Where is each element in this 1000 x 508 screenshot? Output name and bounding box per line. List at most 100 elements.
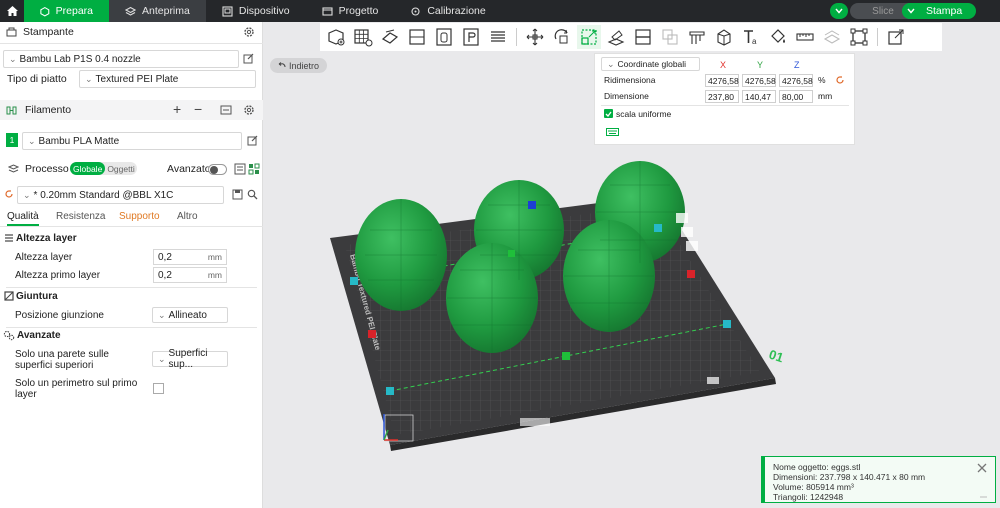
sync-icon[interactable] (220, 104, 232, 116)
reset-scale-icon[interactable] (835, 75, 845, 85)
save-icon[interactable] (232, 189, 243, 200)
layer-height-input[interactable]: 0,2 mm (153, 249, 227, 265)
object-volume: Volume: 805914 mm³ (773, 482, 854, 492)
ruler-icon (796, 33, 814, 41)
plate-p-button[interactable] (459, 25, 483, 49)
tab-prepara[interactable]: Prepara (24, 0, 109, 22)
advanced-toggle[interactable] (208, 164, 227, 175)
process-preset-select[interactable]: ⌄ * 0.20mm Standard @BBL X1C (17, 186, 224, 204)
3d-viewport[interactable]: Bambu Textured PEI Plate 01 a Indietro ⌄… (263, 22, 1000, 508)
top-bar: Prepara Anteprima Dispositivo Progetto C… (0, 0, 1000, 22)
rotate-button[interactable] (550, 25, 574, 49)
tab-calibrazione[interactable]: Calibrazione (394, 0, 501, 22)
support-paint-icon (689, 31, 705, 44)
scale-y-input[interactable]: 4276,58 (742, 74, 776, 87)
add-object-button[interactable] (324, 25, 348, 49)
uniform-scale-checkbox[interactable] (604, 109, 613, 118)
device-icon (222, 5, 233, 17)
remove-filament-button[interactable]: − (194, 101, 202, 117)
chevron-down-icon: ⌄ (85, 73, 93, 84)
size-y-input[interactable]: 140,47 (742, 90, 776, 103)
first-perimeter-checkbox[interactable] (153, 383, 164, 394)
collapse-icon[interactable] (980, 493, 987, 498)
divider (0, 43, 263, 44)
scale-unit: % (818, 75, 826, 85)
support-paint-button[interactable] (685, 25, 709, 49)
add-plate-button[interactable] (351, 25, 375, 49)
subtab-other[interactable]: Altro (177, 211, 198, 222)
tab-anteprima[interactable]: Anteprima (109, 0, 206, 22)
home-button[interactable] (0, 0, 24, 22)
first-layer-height-input[interactable]: 0,2 mm (153, 267, 227, 283)
coordinate-system-select[interactable]: ⌄ Coordinate globali (601, 57, 700, 71)
print-button[interactable]: Stampa (902, 3, 976, 19)
frame-icon (850, 28, 868, 46)
color-paint-button[interactable] (766, 25, 790, 49)
edit-icon[interactable] (243, 53, 254, 64)
gear-icon[interactable] (243, 104, 255, 116)
reset-icon[interactable] (4, 189, 14, 199)
scale-button[interactable] (577, 25, 601, 49)
seam-position-select[interactable]: ⌄ Allineato (152, 307, 228, 323)
cut-button[interactable] (631, 25, 655, 49)
lay-on-face-button[interactable] (604, 25, 628, 49)
chevron-down-icon (835, 8, 843, 14)
back-button[interactable]: Indietro (270, 58, 327, 73)
orient-button[interactable] (378, 25, 402, 49)
size-x-input[interactable]: 237,80 (705, 90, 739, 103)
frame-button[interactable] (847, 25, 871, 49)
filament-icon (6, 106, 17, 114)
subtab-support[interactable]: Supporto (119, 211, 160, 222)
boolean-button[interactable] (658, 25, 682, 49)
plate-p-icon (463, 28, 479, 46)
divider (6, 287, 257, 288)
printer-name: Bambu Lab P1S 0.4 nozzle (19, 53, 141, 65)
add-filament-button[interactable]: + (173, 101, 181, 117)
seam-paint-button[interactable] (712, 25, 736, 49)
chevron-down-icon (907, 8, 915, 14)
process-title: Processo (25, 163, 69, 175)
text-button[interactable]: a (739, 25, 763, 49)
slice-options-button[interactable] (830, 3, 848, 19)
boolean-icon (662, 29, 678, 45)
layer-height-label: Altezza layer (15, 252, 73, 263)
scale-panel: ⌄ Coordinate globali X Y Z Ridimensiona … (594, 53, 855, 145)
measure-button[interactable] (793, 25, 817, 49)
plate-button[interactable] (432, 25, 456, 49)
assembly-button[interactable] (820, 25, 844, 49)
filament-select[interactable]: ⌄ Bambu PLA Matte (22, 132, 242, 150)
keyboard-icon[interactable] (606, 128, 619, 136)
object-dimensions: Dimensioni: 237.798 x 140.471 x 80 mm (773, 472, 926, 482)
plate-type-select[interactable]: ⌄ Textured PEI Plate (79, 70, 256, 88)
calibration-icon (411, 6, 420, 16)
filament-slot-badge[interactable]: 1 (6, 133, 18, 147)
tab-dispositivo[interactable]: Dispositivo (206, 0, 306, 22)
layers-button[interactable] (486, 25, 510, 49)
print-options-button[interactable] (902, 3, 920, 19)
tab-progetto[interactable]: Progetto (306, 0, 395, 22)
scale-x-input[interactable]: 4276,58 (705, 74, 739, 87)
chevron-down-icon: ⌄ (28, 135, 36, 146)
toggle-objects[interactable]: Oggetti (105, 164, 134, 174)
toggle-global[interactable]: Globale (70, 162, 106, 175)
first-layer-height-label: Altezza primo layer (15, 270, 101, 281)
subtab-strength[interactable]: Resistenza (56, 211, 105, 222)
arrange-button[interactable] (405, 25, 429, 49)
gear-icon[interactable] (243, 26, 255, 38)
size-unit: mm (818, 91, 833, 101)
printer-select[interactable]: ⌄ Bambu Lab P1S 0.4 nozzle (3, 50, 239, 68)
view-button[interactable] (884, 25, 908, 49)
close-icon[interactable] (976, 462, 988, 474)
size-z-input[interactable]: 80,00 (779, 90, 813, 103)
scale-z-input[interactable]: 4276,58 (779, 74, 813, 87)
move-button[interactable] (523, 25, 547, 49)
top-wall-select[interactable]: ⌄ Superfici sup... (152, 348, 228, 370)
preview-icon (125, 6, 136, 16)
object-triangles: Triangoli: 1242948 (773, 492, 844, 502)
edit-icon[interactable] (247, 135, 258, 146)
compare-icon[interactable] (234, 163, 246, 175)
subtab-quality[interactable]: Qualità (7, 211, 39, 226)
search-icon[interactable] (247, 189, 258, 200)
grid-settings-icon[interactable] (248, 163, 260, 175)
global-objects-toggle[interactable]: Globale Oggetti (70, 162, 137, 175)
